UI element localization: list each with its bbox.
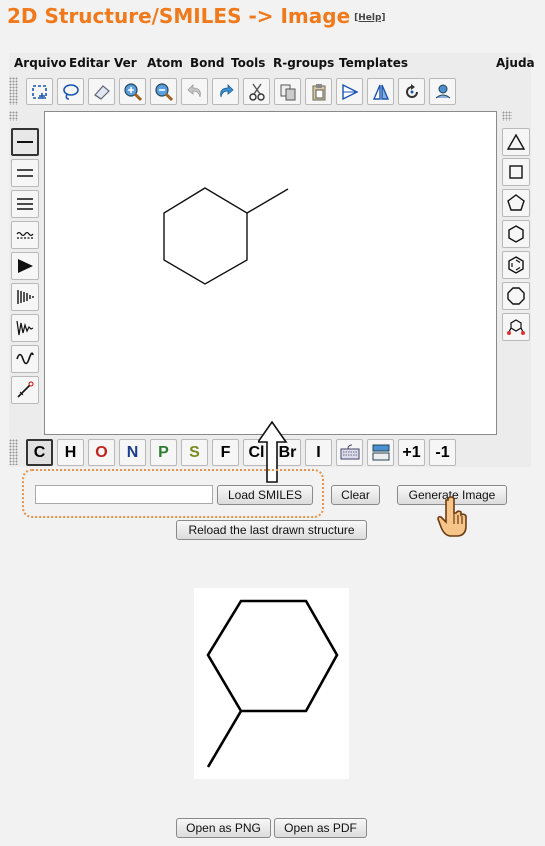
triple-bond-icon[interactable]	[11, 190, 39, 218]
bond-toolbar-grip[interactable]	[9, 111, 18, 121]
charge-minus-button[interactable]: -1	[429, 439, 456, 466]
menu-ver[interactable]: Ver	[114, 56, 137, 70]
menu-editar[interactable]: Editar	[69, 56, 110, 70]
wedge-down-bond-icon[interactable]	[11, 283, 39, 311]
atom-o-button[interactable]: O	[88, 439, 115, 466]
atom-n-button[interactable]: N	[119, 439, 146, 466]
menu-templates[interactable]: Templates	[339, 56, 408, 70]
flip-horizontal-icon[interactable]	[336, 78, 363, 105]
reload-structure-button[interactable]: Reload the last drawn structure	[176, 520, 367, 540]
drawing-canvas[interactable]	[44, 111, 497, 435]
generated-image	[194, 588, 349, 779]
menu-tools[interactable]: Tools	[231, 56, 265, 70]
cyclooctane-template-icon[interactable]	[502, 282, 530, 310]
keyboard-icon	[340, 444, 359, 459]
atom-toolbar-grip[interactable]	[9, 439, 18, 465]
any-bond-icon[interactable]	[11, 221, 39, 249]
undo-icon[interactable]	[181, 78, 208, 105]
hand-cursor-icon	[434, 496, 472, 542]
atom-s-label: S	[189, 443, 200, 461]
charge-plus-label: +1	[402, 443, 421, 461]
atom-p-button[interactable]: P	[150, 439, 177, 466]
atom-p-label: P	[158, 443, 169, 461]
structure-editor: Arquivo Editar Ver Atom Bond Tools R-gro…	[9, 53, 535, 467]
charge-plus-button[interactable]: +1	[398, 439, 425, 466]
atom-h-label: H	[64, 443, 77, 461]
main-toolbar	[9, 75, 531, 107]
benzene-template-icon[interactable]	[502, 251, 530, 279]
zoom-in-icon[interactable]	[119, 78, 146, 105]
chain-tool-icon[interactable]	[11, 376, 39, 404]
cyclobutane-template-icon[interactable]	[502, 158, 530, 186]
open-as-pdf-button[interactable]: Open as PDF	[274, 818, 367, 838]
atom-c-label: C	[33, 443, 46, 461]
cyclohexane-template-icon[interactable]	[502, 220, 530, 248]
cut-icon[interactable]	[243, 78, 270, 105]
clear-button[interactable]: Clear	[331, 485, 380, 505]
smiles-input[interactable]	[35, 485, 213, 504]
charge-minus-label: -1	[435, 443, 450, 461]
menu-arquivo[interactable]: Arquivo	[14, 56, 67, 70]
menu-bond[interactable]: Bond	[190, 56, 225, 70]
menu-r-groups[interactable]: R-groups	[273, 56, 334, 70]
redo-icon[interactable]	[212, 78, 239, 105]
atom-list-icon	[372, 444, 389, 460]
periodic-table-button[interactable]	[336, 439, 363, 466]
template-toolbar-grip[interactable]	[502, 111, 512, 121]
clean-structure-icon[interactable]	[429, 78, 456, 105]
double-bond-icon[interactable]	[11, 159, 39, 187]
atom-f-label: F	[220, 443, 231, 461]
select-icon[interactable]	[26, 78, 53, 105]
lasso-icon[interactable]	[57, 78, 84, 105]
open-as-png-button[interactable]: Open as PNG	[176, 818, 271, 838]
template-library-icon[interactable]	[502, 313, 530, 341]
wedge-up-bond-icon[interactable]	[11, 252, 39, 280]
paste-icon[interactable]	[305, 78, 332, 105]
atom-h-button[interactable]: H	[57, 439, 84, 466]
stereo-bond-icon[interactable]	[11, 314, 39, 342]
wavy-bond-icon[interactable]	[11, 345, 39, 373]
help-link[interactable]: [Help]	[354, 13, 385, 23]
atom-o-label: O	[95, 443, 108, 461]
rotate-icon[interactable]	[398, 78, 425, 105]
drawn-structure	[163, 187, 289, 285]
atom-i-label: I	[316, 443, 321, 461]
atom-f-button[interactable]: F	[212, 439, 239, 466]
page-title: 2D Structure/SMILES -> Image [Help]	[7, 4, 386, 28]
load-smiles-button[interactable]: Load SMILES	[217, 485, 313, 505]
menu-ajuda[interactable]: Ajuda	[496, 56, 535, 70]
cyclopentane-template-icon[interactable]	[502, 189, 530, 217]
cyclopropane-template-icon[interactable]	[502, 128, 530, 156]
atom-c-button[interactable]: C	[26, 439, 53, 466]
copy-icon[interactable]	[274, 78, 301, 105]
menu-atom[interactable]: Atom	[147, 56, 183, 70]
result-structure	[206, 599, 339, 768]
atom-i-button[interactable]: I	[305, 439, 332, 466]
page-title-text: 2D Structure/SMILES -> Image	[7, 4, 351, 28]
zoom-out-icon[interactable]	[150, 78, 177, 105]
flip-vertical-icon[interactable]	[367, 78, 394, 105]
generic-atom-button[interactable]	[367, 439, 394, 466]
atom-n-label: N	[126, 443, 139, 461]
eraser-icon[interactable]	[88, 78, 115, 105]
menu-bar: Arquivo Editar Ver Atom Bond Tools R-gro…	[9, 53, 535, 74]
toolbar-grip[interactable]	[9, 77, 18, 105]
single-bond-icon[interactable]	[11, 128, 39, 156]
atom-s-button[interactable]: S	[181, 439, 208, 466]
